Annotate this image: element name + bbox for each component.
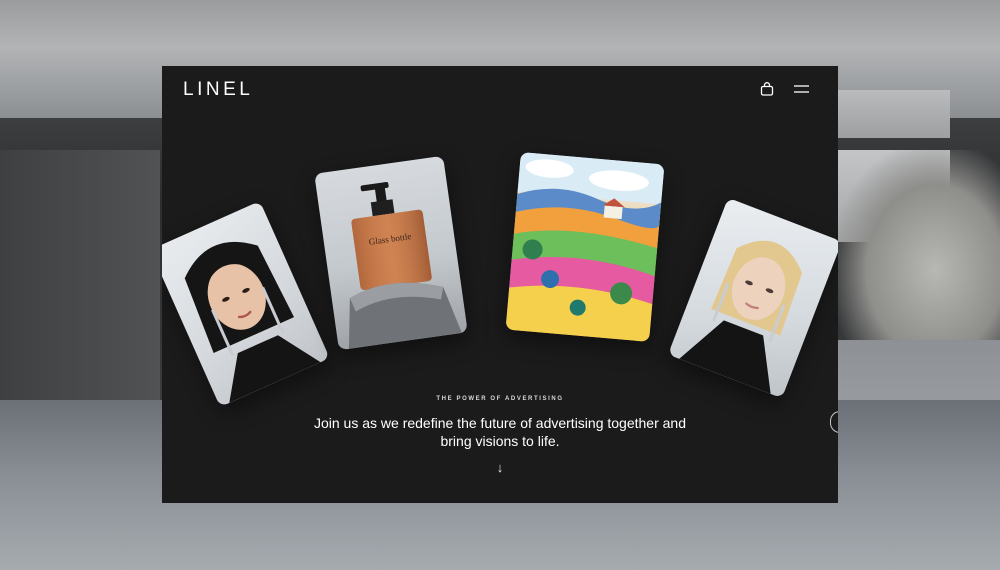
portrait-blonde-woman-image: [679, 240, 803, 394]
portrait-card-blonde-woman[interactable]: [667, 197, 838, 399]
edge-decoration: [830, 411, 838, 433]
shopping-bag-icon[interactable]: [760, 82, 774, 96]
portrait-woman-earrings-image: [184, 241, 321, 403]
brand-logo[interactable]: LINEL: [183, 79, 253, 101]
product-card-glass-bottle[interactable]: Glass bottle: [314, 155, 468, 351]
hamburger-menu-icon[interactable]: [794, 84, 809, 94]
artwork-card-landscape[interactable]: [505, 152, 665, 342]
background-balcony-upper: [838, 90, 950, 138]
hero-headline: Join us as we redefine the future of adv…: [313, 415, 686, 449]
background-left-wall: [0, 150, 160, 420]
hero-eyebrow: THE POWER OF ADVERTISING: [436, 396, 564, 402]
background-rock: [838, 150, 1000, 350]
website-window: LINEL Glass bottle THE POWER OF ADVERTIS…: [162, 66, 838, 503]
portrait-card-woman-earrings[interactable]: [162, 201, 330, 407]
arrow-down-icon[interactable]: ↓: [495, 460, 505, 476]
colorful-landscape-image: [505, 152, 665, 342]
glass-bottle-product-image: [348, 181, 462, 349]
